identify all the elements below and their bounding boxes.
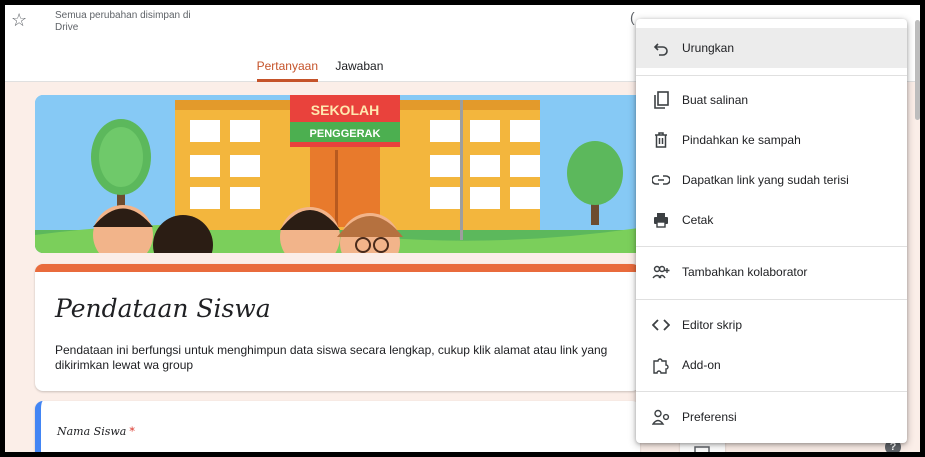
school-illustration: SEKOLAH PENGGERAK	[35, 95, 645, 253]
menu-item-label: Editor skrip	[682, 318, 743, 332]
menu-item-label: Buat salinan	[682, 93, 749, 107]
menu-item-label: Dapatkan link yang sudah terisi	[682, 173, 849, 187]
form-title[interactable]: Pendataan Siswa	[55, 294, 271, 323]
menu-divider	[636, 299, 907, 300]
clipped-icon: (	[630, 9, 635, 25]
tab-pertanyaan[interactable]: Pertanyaan	[256, 59, 318, 82]
trash-icon	[652, 131, 670, 149]
preferences-icon	[652, 408, 670, 426]
print-icon	[652, 211, 670, 229]
menu-item-get-prefilled-link[interactable]: Dapatkan link yang sudah terisi	[636, 160, 907, 200]
menu-item-label: Add-on	[682, 358, 721, 372]
tab-bar: Pertanyaan Jawaban	[5, 59, 635, 82]
question-card[interactable]: Nama Siswa *	[35, 401, 640, 452]
menu-item-undo[interactable]: Urungkan	[636, 28, 907, 68]
form-description[interactable]: Pendataan ini berfungsi untuk menghimpun…	[55, 343, 615, 373]
menu-item-preferences[interactable]: Preferensi	[636, 397, 907, 437]
header-banner-image: SEKOLAH PENGGERAK	[35, 95, 645, 253]
menu-item-label: Pindahkan ke sampah	[682, 133, 801, 147]
menu-divider	[636, 391, 907, 392]
puzzle-icon	[652, 356, 670, 374]
menu-item-add-collaborators[interactable]: Tambahkan kolaborator	[636, 252, 907, 292]
menu-item-add-ons[interactable]: Add-on	[636, 345, 907, 385]
menu-item-script-editor[interactable]: Editor skrip	[636, 305, 907, 345]
menu-divider	[636, 75, 907, 76]
question-text: Nama Siswa	[57, 425, 127, 438]
app-frame: ☆ Semua perubahan disimpan di Drive ( Pe…	[5, 5, 920, 452]
question-label[interactable]: Nama Siswa *	[57, 425, 135, 438]
menu-item-print[interactable]: Cetak	[636, 200, 907, 240]
undo-icon	[652, 39, 670, 57]
menu-item-label: Cetak	[682, 213, 714, 227]
link-icon	[652, 171, 670, 189]
add-collaborator-icon	[652, 263, 670, 281]
more-options-menu: Urungkan Buat salinan Pindahkan ke sampa…	[636, 19, 907, 443]
banner-sign-line1: SEKOLAH	[311, 102, 379, 118]
menu-item-move-to-trash[interactable]: Pindahkan ke sampah	[636, 120, 907, 160]
menu-item-label: Preferensi	[682, 410, 737, 424]
save-status: Semua perubahan disimpan di Drive	[55, 10, 191, 33]
form-title-card[interactable]: Pendataan Siswa Pendataan ini berfungsi …	[35, 264, 640, 391]
menu-item-label: Urungkan	[682, 41, 735, 55]
menu-divider	[636, 246, 907, 247]
menu-item-label: Tambahkan kolaborator	[682, 265, 808, 279]
tab-jawaban[interactable]: Jawaban	[335, 59, 383, 79]
banner-sign-line2: PENGGERAK	[310, 128, 381, 140]
copy-icon	[652, 91, 670, 109]
menu-item-make-copy[interactable]: Buat salinan	[636, 80, 907, 120]
required-mark: *	[129, 425, 135, 438]
code-icon	[652, 316, 670, 334]
scrollbar[interactable]	[915, 20, 920, 120]
star-icon[interactable]: ☆	[11, 11, 27, 29]
